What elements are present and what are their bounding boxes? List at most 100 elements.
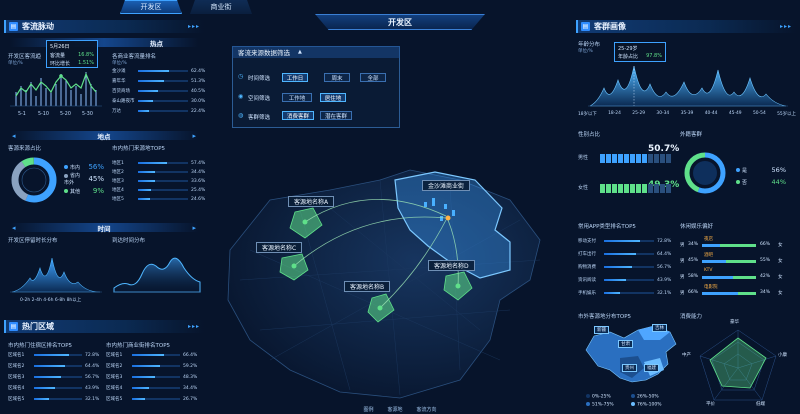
rank-row: 区域名1 66.4%	[106, 352, 198, 359]
province-label: 新疆	[594, 326, 609, 334]
location-top5-label: 市内热门来源地TOP5	[112, 146, 166, 152]
filter-btn-workday[interactable]: 工作日	[282, 73, 308, 82]
rank-row: 区域名3 48.3%	[106, 374, 198, 381]
map-label-a[interactable]: 客源地名称A	[288, 196, 335, 207]
filter-btn-all[interactable]: 全部	[360, 73, 386, 82]
panel-title-flow-pulse: 客流脉动	[22, 22, 54, 31]
arrival-time-label: 到达时间分布	[112, 238, 146, 244]
location-pin-icon: ◉	[238, 93, 244, 100]
radar-axis-label: 小康	[778, 353, 787, 358]
male-icon-row	[600, 154, 672, 163]
leisure-label: 休闲娱乐偏好	[680, 224, 714, 230]
rank-row: 区域名5 32.1%	[8, 396, 100, 403]
rank-row: 手机娱乐 32.1%	[578, 290, 672, 297]
rank-row: 区域名2 64.4%	[8, 363, 100, 370]
clock-icon: ◷	[238, 73, 244, 80]
filter-row-label: 空间筛选	[248, 96, 271, 102]
filter-title: 客流来源数据筛选	[238, 49, 290, 57]
rank-row: 地区4 25.4%	[112, 187, 206, 194]
age-label: 年龄分布	[578, 42, 601, 48]
rank-row: 地区1 57.4%	[112, 160, 206, 167]
leisure-row: 酒吧 男 45% 55% 女	[680, 253, 783, 264]
rank-row: 万达 22.4%	[112, 108, 206, 115]
rank-row: 区域名5 26.7%	[106, 396, 198, 403]
leisure-row: KTV 男 58% 42% 女	[680, 268, 783, 280]
province-label: 贵州	[622, 364, 637, 372]
filter-btn-weekend[interactable]: 周末	[324, 73, 350, 82]
flow-rank-unit: 单位/%	[112, 61, 127, 66]
gender-label: 性别占比	[578, 132, 601, 138]
tooltip-row1-value: 16.8%	[78, 52, 94, 58]
consumption-radar	[699, 329, 777, 401]
subheader-hotspot: 热点	[10, 38, 198, 48]
leisure-row: 夜店 男 34% 66% 女	[680, 237, 783, 248]
province-label: 吉林	[652, 324, 667, 332]
china-map-legend: 0%-25% 26%-50% 51%-75% 76%-100%	[586, 394, 676, 407]
age-chart	[588, 65, 788, 107]
flow-x-tick-2: 5-10	[38, 112, 49, 117]
flow-x-tick-3: 5-20	[60, 112, 71, 117]
panel-arrows: ▸▸▸	[187, 23, 200, 30]
flow-x-tick-4: 5-30	[82, 112, 93, 117]
map-label-d[interactable]: 客源地名称D	[428, 260, 475, 271]
users-icon: ◍	[238, 112, 244, 119]
rank-row: 移动支付 72.8%	[578, 238, 672, 245]
subheader-time: ◂ 时间 ▸	[10, 223, 198, 233]
filter-header[interactable]: 客流来源数据筛选 ▲	[232, 46, 400, 58]
rank-row: 金沙滩 62.4%	[112, 68, 206, 75]
radar-axis-label: 中产	[682, 353, 691, 358]
rank-row: 资讯阅读 43.9%	[578, 277, 672, 284]
filter-btn-residence[interactable]: 居住地	[320, 93, 346, 102]
filter-row-label: 时间筛选	[248, 76, 271, 82]
tooltip-row1-label: 客流量	[50, 53, 66, 59]
chart-icon: ▤	[581, 22, 590, 31]
stay-duration-label: 开发区停留时长分布	[8, 238, 58, 244]
filter-btn-consumer[interactable]: 消费客群	[282, 111, 314, 120]
top-tab-right[interactable]: 商业街	[190, 0, 252, 14]
radar-axis-label: 豪华	[730, 320, 739, 325]
filter-btn-potential[interactable]: 潜在客群	[320, 111, 352, 120]
caret-up-icon: ▲	[298, 49, 302, 55]
age-tooltip: 25-29岁 年龄占比 97.8%	[614, 42, 666, 62]
rank-row: 区域名4 34.4%	[106, 385, 198, 392]
map-label-b[interactable]: 客源地名称B	[344, 281, 391, 292]
map-label-center[interactable]: 金沙滩商业街	[422, 180, 471, 191]
filter-btn-workplace[interactable]: 工作地	[282, 93, 312, 102]
female-icon-row	[600, 184, 672, 193]
rank-row: 百货商场 40.5%	[112, 88, 206, 95]
rank-row: 泰山路夜市 30.0%	[112, 98, 206, 105]
hot-stay-label: 市内热门住宿区排名TOP5	[8, 343, 73, 349]
visitors-legend: 是 56% 否 44%	[736, 164, 786, 188]
rank-row: 购物消费 56.7%	[578, 264, 672, 271]
visitors-label: 外籍客群	[680, 132, 703, 138]
province-label: 福建	[644, 364, 659, 372]
rank-row: 区域名2 59.2%	[106, 363, 198, 370]
filter-row-label: 客群筛选	[248, 115, 271, 121]
gender-male-value: 50.7%	[648, 144, 680, 154]
filter-row-space: ◉ 空间筛选	[238, 92, 398, 104]
gender-female-label: 女性	[578, 185, 589, 191]
chart-icon: ▤	[9, 22, 18, 31]
map-label-c[interactable]: 客源地名称C	[256, 242, 303, 253]
tooltip-date: 5月26日	[50, 44, 70, 50]
page-title: 开发区	[315, 14, 485, 30]
subheader-time-text: 时间	[97, 224, 111, 233]
flow-x-tick-1: 5-1	[18, 112, 26, 117]
china-map-label: 市外客源地分布TOP5	[578, 314, 632, 320]
top-tab-left[interactable]: 开发区	[120, 0, 182, 14]
panel-header-flow-pulse: ▤ 客流脉动 ▸▸▸	[4, 20, 204, 33]
subheader-hotspot-text: 热点	[150, 39, 163, 48]
location-donut-legend: 市内 56% 省内 市外 45% 其他 9%	[64, 163, 104, 195]
subheader-location-text: 地点	[97, 132, 111, 141]
flow-tooltip: 5月26日 客流量 16.8% 环比增长 1.51%	[46, 40, 98, 68]
arrival-time-chart	[113, 257, 201, 293]
app-label: 常用APP类型排名TOP5	[578, 224, 636, 230]
stay-ticks: 0-2h 2-4h 4-6h 6-8h 8h以上	[20, 298, 82, 303]
location-donut	[11, 157, 57, 203]
radar-axis-label: 平价	[706, 402, 715, 407]
flow-rank-label: 各商业客流量排名	[112, 54, 157, 60]
gender-male-label: 男性	[578, 155, 589, 161]
flow-trend-label: 开发区客流趋	[8, 54, 42, 60]
age-unit: 单位/%	[578, 49, 593, 54]
subheader-location: ◂ 地点 ▸	[10, 131, 198, 141]
